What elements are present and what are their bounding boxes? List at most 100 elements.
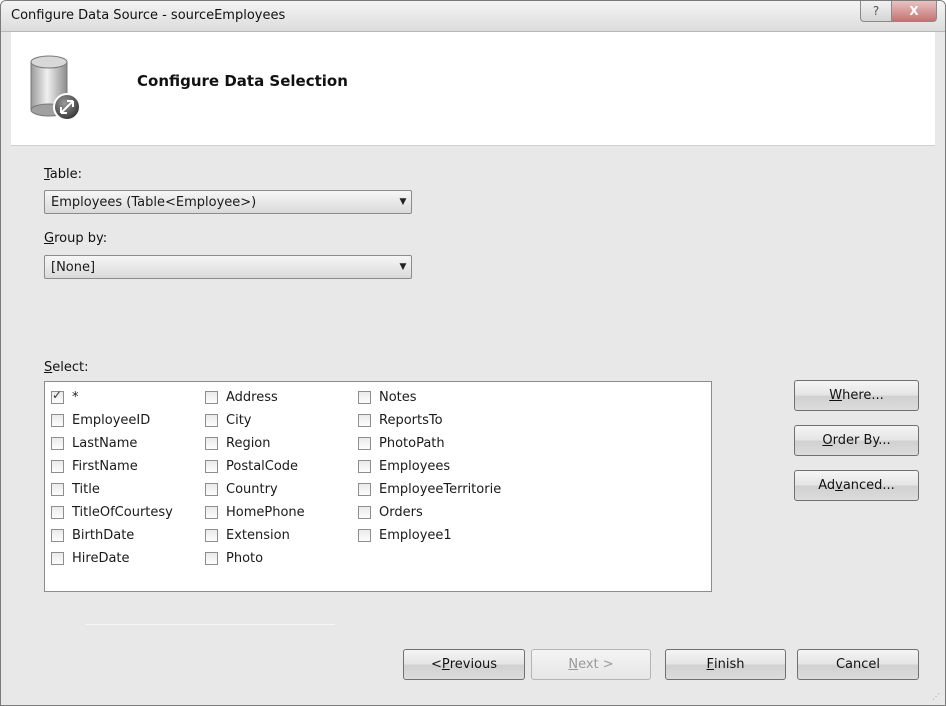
checkbox-icon[interactable] bbox=[51, 437, 64, 450]
help-button[interactable]: ? bbox=[860, 1, 892, 22]
column-checkbox-item[interactable]: PhotoPath bbox=[358, 432, 501, 455]
column-checkbox-item[interactable]: Region bbox=[205, 432, 305, 455]
where-button[interactable]: Where... bbox=[794, 380, 919, 411]
column-checkbox-item[interactable]: Photo bbox=[205, 547, 305, 570]
column-checkbox-label: PhotoPath bbox=[379, 436, 445, 451]
advanced-button[interactable]: Ad v anced... bbox=[794, 470, 919, 501]
chevron-down-icon: ▼ bbox=[399, 197, 407, 207]
column-checkbox-item[interactable]: FirstName bbox=[51, 455, 173, 478]
checkbox-icon[interactable] bbox=[205, 506, 218, 519]
checkbox-icon[interactable] bbox=[358, 414, 371, 427]
header-title: Configure Data Selection bbox=[137, 72, 348, 90]
checkbox-icon[interactable] bbox=[51, 552, 64, 565]
group-by-label-accel: G bbox=[44, 231, 55, 246]
database-wizard-icon bbox=[30, 55, 81, 121]
checkbox-icon[interactable] bbox=[51, 529, 64, 542]
column-checkbox-label: HireDate bbox=[72, 551, 130, 566]
column-checkbox-item[interactable]: City bbox=[205, 409, 305, 432]
finish-button-rest: inish bbox=[714, 657, 745, 672]
column-checkbox-label: LastName bbox=[72, 436, 138, 451]
checkbox-icon[interactable] bbox=[205, 414, 218, 427]
column-checkbox-item[interactable]: Notes bbox=[358, 386, 501, 409]
select-columns-list[interactable]: * EmployeeID LastName FirstName Title TitleOf… bbox=[44, 381, 712, 592]
column-checkbox-label: TitleOfCourtesy bbox=[72, 505, 173, 520]
checkbox-icon[interactable] bbox=[51, 414, 64, 427]
next-button[interactable]: Next > bbox=[531, 649, 651, 680]
column-checkbox-label: BirthDate bbox=[72, 528, 135, 543]
dialog-window: Configure Data Source - sourceEmployees … bbox=[0, 0, 946, 706]
column-checkbox-item[interactable]: HomePhone bbox=[205, 501, 305, 524]
column-checkbox-item[interactable]: Address bbox=[205, 386, 305, 409]
advanced-button-pre: Ad bbox=[818, 478, 836, 493]
checkbox-checked-icon[interactable] bbox=[51, 388, 64, 404]
column-checkbox-item[interactable]: Title bbox=[51, 478, 173, 501]
group-by-dropdown-value: [None] bbox=[51, 259, 96, 275]
cancel-button[interactable]: Cancel bbox=[797, 649, 919, 680]
checkbox-icon[interactable] bbox=[51, 506, 64, 519]
column-checkbox-item[interactable]: TitleOfCourtesy bbox=[51, 501, 173, 524]
checkbox-icon[interactable] bbox=[358, 529, 371, 542]
checkbox-icon[interactable] bbox=[205, 552, 218, 565]
table-label: Table: bbox=[44, 167, 82, 182]
column-checkbox-label: ReportsTo bbox=[379, 413, 443, 428]
help-icon: ? bbox=[872, 4, 880, 18]
wizard-header: Configure Data Selection bbox=[11, 32, 935, 146]
column-checkbox-label: Address bbox=[226, 390, 278, 405]
checkbox-icon[interactable] bbox=[51, 460, 64, 473]
window-title: Configure Data Source - sourceEmployees bbox=[11, 8, 286, 23]
column-checkbox-item[interactable]: Orders bbox=[358, 501, 501, 524]
column-checkbox-item[interactable]: Extension bbox=[205, 524, 305, 547]
previous-button-pre: < bbox=[430, 657, 442, 672]
column-checkbox-item[interactable]: EmployeeID bbox=[51, 409, 173, 432]
close-button[interactable]: X bbox=[892, 1, 937, 22]
previous-button[interactable]: < Previous bbox=[403, 649, 525, 680]
column-checkbox-item[interactable]: BirthDate bbox=[51, 524, 173, 547]
column-checkbox-item[interactable]: Country bbox=[205, 478, 305, 501]
order-by-button-accel: O bbox=[822, 433, 833, 448]
column-checkbox-item[interactable]: HireDate bbox=[51, 547, 173, 570]
column-checkbox-label: EmployeeTerritorie bbox=[379, 482, 502, 497]
separator bbox=[85, 624, 335, 625]
checkbox-icon[interactable] bbox=[205, 529, 218, 542]
checkbox-icon[interactable] bbox=[358, 437, 371, 450]
checkbox-icon[interactable] bbox=[205, 437, 218, 450]
column-checkbox-label: PostalCode bbox=[226, 459, 299, 474]
group-by-label-rest: roup by: bbox=[54, 231, 108, 246]
column-checkbox-item[interactable]: Employee1 bbox=[358, 524, 501, 547]
column-checkbox-item[interactable]: PostalCode bbox=[205, 455, 305, 478]
checkbox-icon[interactable] bbox=[358, 483, 371, 496]
checkbox-icon[interactable] bbox=[358, 391, 371, 404]
resize-grip-icon[interactable]: ⋰ bbox=[932, 692, 942, 702]
previous-button-accel: P bbox=[441, 657, 450, 672]
next-button-rest: ext > bbox=[578, 657, 614, 672]
checkbox-icon[interactable] bbox=[358, 460, 371, 473]
finish-button[interactable]: Finish bbox=[665, 649, 786, 680]
close-icon: X bbox=[909, 4, 919, 18]
column-group-1: * EmployeeID LastName FirstName Title TitleOf… bbox=[51, 386, 173, 570]
column-group-2: Address City Region PostalCode Country HomePh… bbox=[205, 386, 305, 570]
checkbox-icon[interactable] bbox=[51, 483, 64, 496]
checkbox-icon[interactable] bbox=[358, 506, 371, 519]
column-checkbox-item[interactable]: LastName bbox=[51, 432, 173, 455]
column-checkbox-label: Notes bbox=[379, 390, 417, 405]
advanced-button-accel: v bbox=[835, 478, 843, 493]
table-dropdown-value: Employees (Table<Employee>) bbox=[51, 194, 257, 210]
table-label-rest: able: bbox=[49, 167, 83, 182]
checkbox-icon[interactable] bbox=[205, 391, 218, 404]
cancel-button-label: Cancel bbox=[835, 657, 881, 672]
column-checkbox-item[interactable]: Employees bbox=[358, 455, 501, 478]
column-checkbox-label: Orders bbox=[379, 505, 423, 520]
finish-button-accel: F bbox=[706, 657, 714, 672]
column-checkbox-item[interactable]: EmployeeTerritorie bbox=[358, 478, 501, 501]
table-dropdown[interactable]: Employees (Table<Employee>) ▼ bbox=[44, 190, 412, 214]
column-checkbox-item[interactable]: * bbox=[51, 386, 173, 409]
select-label: Select: bbox=[44, 360, 89, 375]
group-by-dropdown[interactable]: [None] ▼ bbox=[44, 255, 412, 279]
column-checkbox-label: FirstName bbox=[72, 459, 138, 474]
checkbox-icon[interactable] bbox=[205, 483, 218, 496]
advanced-button-rest: anced... bbox=[842, 478, 895, 493]
column-checkbox-item[interactable]: ReportsTo bbox=[358, 409, 501, 432]
column-checkbox-label: Photo bbox=[226, 551, 264, 566]
order-by-button[interactable]: Order By... bbox=[794, 425, 919, 456]
checkbox-icon[interactable] bbox=[205, 460, 218, 473]
